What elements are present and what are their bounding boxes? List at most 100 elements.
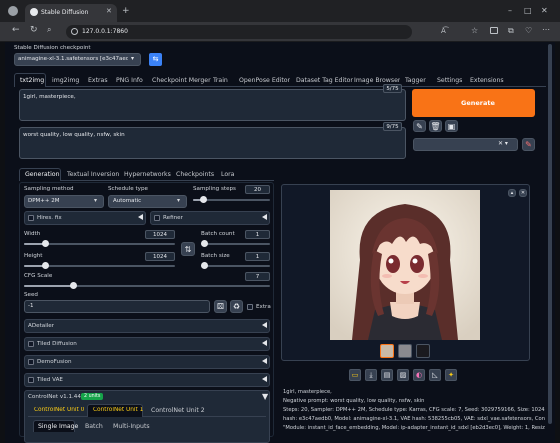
width-input[interactable]: 1024 xyxy=(145,230,175,239)
controlnet-unit-0-tab[interactable]: ControlNet Unit 0 xyxy=(34,407,84,413)
sampling-steps-slider[interactable] xyxy=(200,196,207,203)
generate-label: Generate xyxy=(461,99,495,107)
hires-fix-checkbox[interactable] xyxy=(28,215,34,221)
batch-tab[interactable]: Batch xyxy=(85,423,103,430)
paint-style-button[interactable]: ✎ xyxy=(413,120,426,132)
tab-title: Stable Diffusion xyxy=(41,9,89,16)
tab-generation[interactable]: Generation xyxy=(25,171,60,178)
tab-checkpoint-merger[interactable]: Checkpoint Merger xyxy=(152,77,211,84)
batch-count-slider[interactable] xyxy=(201,240,208,247)
sampling-method-label: Sampling method xyxy=(24,186,74,192)
generated-image[interactable] xyxy=(330,190,480,340)
extensions-icon[interactable]: ⧉ xyxy=(508,26,514,36)
save-icon[interactable]: ⤓ xyxy=(365,369,377,381)
tab-img2img[interactable]: img2img xyxy=(52,77,79,84)
height-input[interactable]: 1024 xyxy=(145,252,175,261)
tab-png-info[interactable]: PNG Info xyxy=(116,77,143,84)
window-close-button[interactable]: ✕ xyxy=(541,6,548,15)
info-icon[interactable] xyxy=(71,28,78,35)
split-screen-icon[interactable] xyxy=(490,27,498,34)
zip-icon[interactable]: ▤ xyxy=(381,369,393,381)
demofusion-checkbox[interactable] xyxy=(28,359,34,365)
batch-size-slider[interactable] xyxy=(201,262,208,269)
tab-checkpoints[interactable]: Checkpoints xyxy=(176,171,214,178)
image-icon[interactable]: ▨ xyxy=(397,369,409,381)
collections-icon[interactable]: ♡ xyxy=(525,26,532,35)
extra-seed-checkbox[interactable] xyxy=(247,304,253,310)
edit-styles-button[interactable]: ✎ xyxy=(522,138,535,151)
new-tab-button[interactable]: + xyxy=(122,6,130,16)
tiled-vae-checkbox[interactable] xyxy=(28,377,34,383)
tiled-diffusion-checkbox[interactable] xyxy=(28,341,34,347)
window-minimize-button[interactable]: – xyxy=(508,6,512,15)
tab-openpose-editor[interactable]: OpenPose Editor xyxy=(239,77,290,84)
tab-txt2img[interactable]: txt2img xyxy=(20,77,44,84)
tab-extensions[interactable]: Extensions xyxy=(470,77,504,84)
refiner-checkbox[interactable] xyxy=(154,215,160,221)
ruler-icon[interactable]: ◺ xyxy=(429,369,441,381)
cfg-scale-slider[interactable] xyxy=(70,282,77,289)
collapse-arrow-icon[interactable] xyxy=(262,340,267,346)
checkpoint-label: Stable Diffusion checkpoint xyxy=(14,45,91,51)
sampling-method-value: DPM++ 2M xyxy=(28,198,60,204)
batch-size-track[interactable] xyxy=(201,265,270,267)
seed-input[interactable] xyxy=(24,300,210,313)
browser-profile-icon[interactable] xyxy=(8,6,18,16)
sparkle-icon[interactable]: ✦ xyxy=(445,369,457,381)
tab-dataset-tag-editor[interactable]: Dataset Tag Editor xyxy=(296,77,353,84)
multi-inputs-tab[interactable]: Multi-Inputs xyxy=(113,423,150,430)
gallery-thumbnail[interactable] xyxy=(398,344,412,358)
recycle-icon[interactable]: ♻ xyxy=(230,300,243,313)
url-text[interactable]: 127.0.0.1:7860 xyxy=(82,28,202,35)
collapse-arrow-icon[interactable] xyxy=(138,214,143,220)
cfg-scale-input[interactable]: 7 xyxy=(245,272,270,281)
batch-count-track[interactable] xyxy=(201,243,270,245)
favorite-icon[interactable]: ☆ xyxy=(471,26,478,35)
read-aloud-icon[interactable]: A͡ xyxy=(441,27,446,35)
tab-lora[interactable]: Lora xyxy=(221,171,234,178)
tab-tagger[interactable]: Tagger xyxy=(405,77,426,84)
collapse-arrow-icon[interactable] xyxy=(262,214,267,220)
adetailer-accordion[interactable] xyxy=(24,319,270,333)
tab-train[interactable]: Train xyxy=(213,77,228,84)
folder-icon[interactable]: ▭ xyxy=(349,369,361,381)
fullscreen-icon[interactable]: ▴ xyxy=(508,189,516,197)
batch-count-input[interactable]: 1 xyxy=(245,230,270,239)
palette-icon[interactable]: ◐ xyxy=(413,369,425,381)
search-icon[interactable]: ⌕ xyxy=(47,25,51,35)
single-image-tab[interactable]: Single Image xyxy=(38,423,78,430)
close-icon[interactable]: ✕ xyxy=(519,189,527,197)
back-icon[interactable]: ← xyxy=(12,25,20,35)
negative-prompt-token-counter: 9/75 xyxy=(383,122,402,131)
gallery-thumbnail[interactable] xyxy=(380,344,394,358)
batch-size-input[interactable]: 1 xyxy=(245,252,270,261)
reload-icon[interactable]: ↻ xyxy=(30,25,38,35)
tab-hypernetworks[interactable]: Hypernetworks xyxy=(124,171,171,178)
tab-settings[interactable]: Settings xyxy=(437,77,462,84)
tab-image-browser[interactable]: Image Browser xyxy=(354,77,400,84)
refresh-checkpoint-button[interactable]: ⇆ xyxy=(149,53,162,66)
sampling-steps-input[interactable]: 20 xyxy=(245,185,270,194)
more-icon[interactable]: ⋯ xyxy=(542,25,550,34)
tab-close-icon[interactable]: ✕ xyxy=(106,7,112,15)
height-slider[interactable] xyxy=(42,262,49,269)
collapse-arrow-icon[interactable] xyxy=(262,358,267,364)
collapse-arrow-icon[interactable] xyxy=(262,376,267,382)
width-slider[interactable] xyxy=(42,240,49,247)
swap-dimensions-button[interactable]: ⇅ xyxy=(181,242,195,256)
styles-clear-icon[interactable]: ✕ ▾ xyxy=(498,140,508,147)
collapse-arrow-icon[interactable] xyxy=(262,322,267,328)
dice-icon[interactable]: ⚄ xyxy=(214,300,227,313)
scrollbar[interactable] xyxy=(548,44,552,424)
output-info-negative: Negative prompt: worst quality, low qual… xyxy=(283,398,425,404)
tab-extras[interactable]: Extras xyxy=(88,77,108,84)
schedule-type-value: Automatic xyxy=(113,198,142,204)
controlnet-unit-2-tab[interactable]: ControlNet Unit 2 xyxy=(151,407,205,414)
trash-button[interactable]: 🗑 xyxy=(429,120,442,132)
gallery-thumbnail[interactable] xyxy=(416,344,430,358)
chevron-down-icon[interactable]: ▼ xyxy=(262,392,268,401)
window-maximize-button[interactable]: □ xyxy=(524,6,532,15)
clipboard-button[interactable]: ▣ xyxy=(445,120,458,132)
tab-textual-inversion[interactable]: Textual Inversion xyxy=(67,171,119,178)
controlnet-unit-1-tab[interactable]: ControlNet Unit 1 xyxy=(93,407,143,413)
